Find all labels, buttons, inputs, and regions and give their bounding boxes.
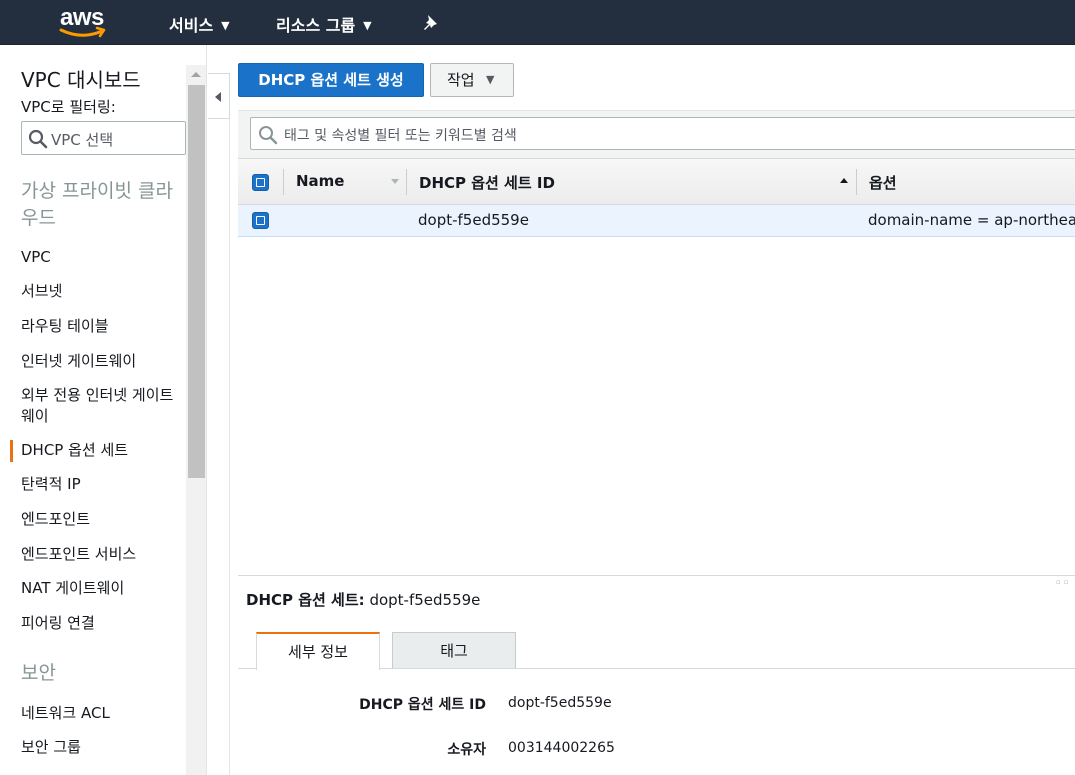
details-title-label: DHCP 옵션 세트:	[246, 591, 365, 609]
column-header-options[interactable]: 옵션	[869, 172, 897, 193]
scrollbar-thumb[interactable]	[188, 85, 205, 478]
sidebar-item-security-groups[interactable]: 보안 그룹	[21, 737, 183, 758]
column-header-dhcp-id[interactable]: DHCP 옵션 세트 ID	[419, 172, 555, 193]
sidebar-item-endpoint-services[interactable]: 엔드포인트 서비스	[21, 544, 183, 565]
sidebar-item-dhcp-options[interactable]: DHCP 옵션 세트	[10, 440, 183, 462]
services-menu[interactable]: 서비스 ▼	[169, 12, 230, 36]
sidebar-item-egress-only-gateways[interactable]: 외부 전용 인터넷 게이트웨이	[21, 385, 183, 427]
select-all-checkbox[interactable]	[252, 174, 269, 191]
vpc-select-placeholder: VPC 선택	[51, 131, 114, 149]
sidebar: VPC 대시보드 VPC로 필터링: VPC 선택 가상 프라이빗 클라우드 V…	[0, 45, 207, 775]
details-title-value: dopt-f5ed559e	[369, 591, 481, 609]
vpc-select-input[interactable]: VPC 선택	[21, 121, 186, 155]
details-title: DHCP 옵션 세트: dopt-f5ed559e	[246, 589, 480, 610]
section-heading-vpc: 가상 프라이빗 클라우드	[21, 180, 173, 229]
chevron-down-icon: ▼	[221, 19, 230, 32]
sidebar-item-route-tables[interactable]: 라우팅 테이블	[21, 316, 183, 337]
pin-icon[interactable]	[421, 13, 439, 31]
sidebar-item-peering-connections[interactable]: 피어링 연결	[21, 613, 183, 634]
actions-label: 작업	[447, 71, 475, 89]
search-placeholder: 태그 및 속성별 필터 또는 키워드별 검색	[284, 128, 517, 144]
search-input[interactable]: 태그 및 속성별 필터 또는 키워드별 검색	[250, 117, 1075, 150]
details-body: DHCP 옵션 세트 ID dopt-f5ed559e 소유자 00314400…	[238, 669, 1075, 775]
field-label-owner: 소유자	[447, 742, 486, 758]
sidebar-scrollbar[interactable]	[186, 65, 206, 775]
field-label-dhcp-id: DHCP 옵션 세트 ID	[359, 697, 486, 713]
sidebar-item-elastic-ip[interactable]: 탄력적 IP	[21, 474, 183, 495]
cell-options: domain-name = ap-northeast-	[868, 211, 1075, 229]
column-separator[interactable]	[856, 169, 857, 195]
services-label: 서비스	[169, 16, 214, 35]
cell-dhcp-id: dopt-f5ed559e	[418, 211, 529, 229]
aws-smile-icon	[59, 26, 106, 38]
resize-grip-icon[interactable]: ▫▫	[1056, 578, 1072, 586]
field-value-dhcp-id: dopt-f5ed559e	[508, 695, 612, 711]
sort-ascending-icon[interactable]	[840, 178, 848, 183]
tab-details[interactable]: 세부 정보	[256, 632, 380, 670]
sidebar-item-subnets[interactable]: 서브넷	[21, 281, 183, 302]
search-icon	[259, 126, 278, 145]
sidebar-item-nat-gateways[interactable]: NAT 게이트웨이	[21, 578, 183, 599]
column-separator[interactable]	[406, 169, 407, 195]
sidebar-item-internet-gateways[interactable]: 인터넷 게이트웨이	[21, 351, 183, 372]
chevron-down-icon: ▼	[486, 73, 495, 86]
sidebar-item-endpoints[interactable]: 엔드포인트	[21, 509, 183, 530]
table-header: Name DHCP 옵션 세트 ID 옵션	[238, 158, 1075, 205]
sidebar-title[interactable]: VPC 대시보드	[21, 64, 141, 93]
sidebar-item-vpc[interactable]: VPC	[21, 247, 183, 268]
panel-divider	[229, 119, 230, 775]
resource-groups-label: 리소스 그룹	[276, 16, 356, 35]
aws-logo[interactable]: aws	[58, 4, 110, 38]
filter-bar: 태그 및 속성별 필터 또는 키워드별 검색	[238, 110, 1075, 158]
chevron-left-icon	[215, 92, 221, 102]
scroll-up-arrow-icon[interactable]	[191, 72, 201, 77]
section-heading-security: 보안	[21, 662, 56, 684]
tab-tags[interactable]: 태그	[392, 632, 516, 669]
field-value-owner: 003144002265	[508, 740, 615, 756]
vpc-filter-label: VPC로 필터링:	[21, 98, 116, 116]
column-separator	[283, 169, 284, 195]
sort-indicator-icon[interactable]	[391, 179, 399, 184]
collapse-sidebar-button[interactable]	[208, 73, 230, 119]
row-checkbox[interactable]	[252, 212, 269, 229]
resource-groups-menu[interactable]: 리소스 그룹 ▼	[276, 12, 372, 36]
resize-splitter[interactable]	[238, 575, 1075, 578]
create-dhcp-options-button[interactable]: DHCP 옵션 세트 생성	[238, 63, 424, 97]
sidebar-item-network-acls[interactable]: 네트워크 ACL	[21, 703, 183, 724]
search-icon	[28, 129, 48, 149]
column-header-name[interactable]: Name	[296, 172, 344, 190]
chevron-down-icon: ▼	[363, 19, 372, 32]
table-row[interactable]: dopt-f5ed559e domain-name = ap-northeast…	[238, 205, 1075, 237]
top-navigation-bar: aws 서비스 ▼ 리소스 그룹 ▼	[0, 0, 1075, 45]
actions-button[interactable]: 작업 ▼	[430, 63, 514, 97]
